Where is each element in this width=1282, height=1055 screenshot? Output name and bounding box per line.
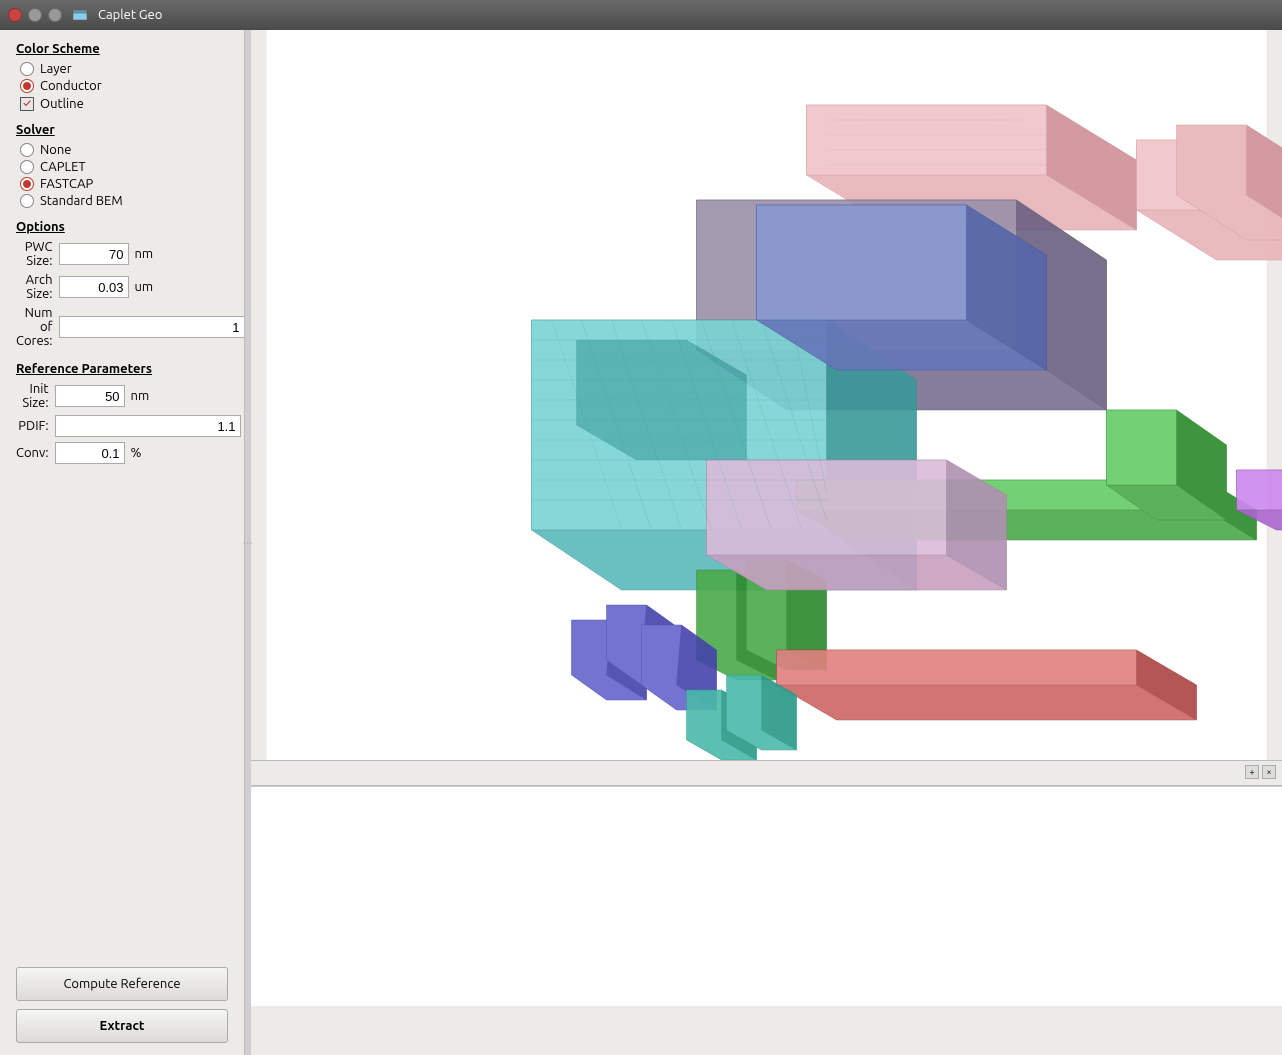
conv-label: Conv:: [16, 446, 49, 460]
solver-caplet-label: CAPLET: [40, 160, 86, 174]
sidebar: Color Scheme Layer Conductor Outline Sol…: [0, 30, 245, 1055]
compute-reference-button[interactable]: Compute Reference: [16, 967, 228, 1001]
3d-visualization: [251, 30, 1282, 760]
radio-conductor[interactable]: [20, 79, 34, 93]
radio-fastcap[interactable]: [20, 177, 34, 191]
init-size-label: Init Size:: [16, 382, 49, 410]
conv-unit: %: [131, 446, 241, 460]
outline-checkbox[interactable]: [20, 97, 34, 111]
outline-group: Outline: [16, 97, 228, 111]
solver-none-label: None: [40, 143, 72, 157]
pwc-size-input[interactable]: [59, 243, 129, 265]
arch-size-input[interactable]: [59, 276, 129, 298]
pwc-size-unit: nm: [135, 247, 245, 261]
color-scheme-layer[interactable]: Layer: [20, 62, 228, 76]
divider-icons: + ×: [1245, 765, 1276, 779]
extract-button[interactable]: Extract: [16, 1009, 228, 1043]
solver-none[interactable]: None: [20, 143, 228, 157]
window-title: Caplet Geo: [98, 8, 162, 22]
action-buttons: Compute Reference Extract: [16, 967, 228, 1043]
ref-params-fields: Init Size: nm PDIF: Conv: %: [16, 382, 228, 464]
solver-group: None CAPLET FASTCAP Standard BEM: [16, 143, 228, 208]
ref-params-title: Reference Parameters: [16, 362, 228, 376]
color-scheme-group: Layer Conductor: [16, 62, 228, 93]
color-scheme-conductor-label: Conductor: [40, 79, 102, 93]
solver-standard-bem[interactable]: Standard BEM: [20, 194, 228, 208]
collapse-icon[interactable]: ×: [1262, 765, 1276, 779]
solver-title: Solver: [16, 123, 228, 137]
app-icon: [72, 7, 88, 23]
main-content: Color Scheme Layer Conductor Outline Sol…: [0, 30, 1282, 1055]
options-title: Options: [16, 220, 228, 234]
solver-standard-bem-label: Standard BEM: [40, 194, 123, 208]
canvas-divider: + ×: [251, 760, 1282, 786]
radio-none[interactable]: [20, 143, 34, 157]
maximize-button[interactable]: [48, 8, 62, 22]
radio-standard-bem[interactable]: [20, 194, 34, 208]
conv-input[interactable]: [55, 442, 125, 464]
radio-caplet[interactable]: [20, 160, 34, 174]
expand-icon[interactable]: +: [1245, 765, 1259, 779]
num-cores-label: Num of Cores:: [16, 306, 53, 348]
color-scheme-layer-label: Layer: [40, 62, 72, 76]
minimize-button[interactable]: [28, 8, 42, 22]
right-panel: + ×: [251, 30, 1282, 1055]
arch-size-label: Arch Size:: [16, 273, 53, 301]
close-button[interactable]: [8, 8, 22, 22]
titlebar: Caplet Geo: [0, 0, 1282, 30]
arch-size-unit: um: [135, 280, 245, 294]
console-area[interactable]: [251, 786, 1282, 1006]
init-size-input[interactable]: [55, 385, 125, 407]
color-scheme-conductor[interactable]: Conductor: [20, 79, 228, 93]
pdif-label: PDIF:: [16, 419, 49, 433]
num-cores-input[interactable]: [59, 316, 245, 338]
3d-canvas[interactable]: [251, 30, 1282, 760]
options-fields: PWC Size: nm Arch Size: um Num of Cores:: [16, 240, 228, 348]
main-window: Caplet Geo Color Scheme Layer Conductor: [0, 0, 1282, 1055]
color-scheme-title: Color Scheme: [16, 42, 228, 56]
outline-label: Outline: [40, 97, 84, 111]
solver-fastcap-label: FASTCAP: [40, 177, 93, 191]
solver-caplet[interactable]: CAPLET: [20, 160, 228, 174]
init-size-unit: nm: [131, 389, 241, 403]
outline-checkbox-item[interactable]: Outline: [20, 97, 228, 111]
pwc-size-label: PWC Size:: [16, 240, 53, 268]
pdif-input[interactable]: [55, 415, 241, 437]
solver-fastcap[interactable]: FASTCAP: [20, 177, 228, 191]
radio-layer[interactable]: [20, 62, 34, 76]
